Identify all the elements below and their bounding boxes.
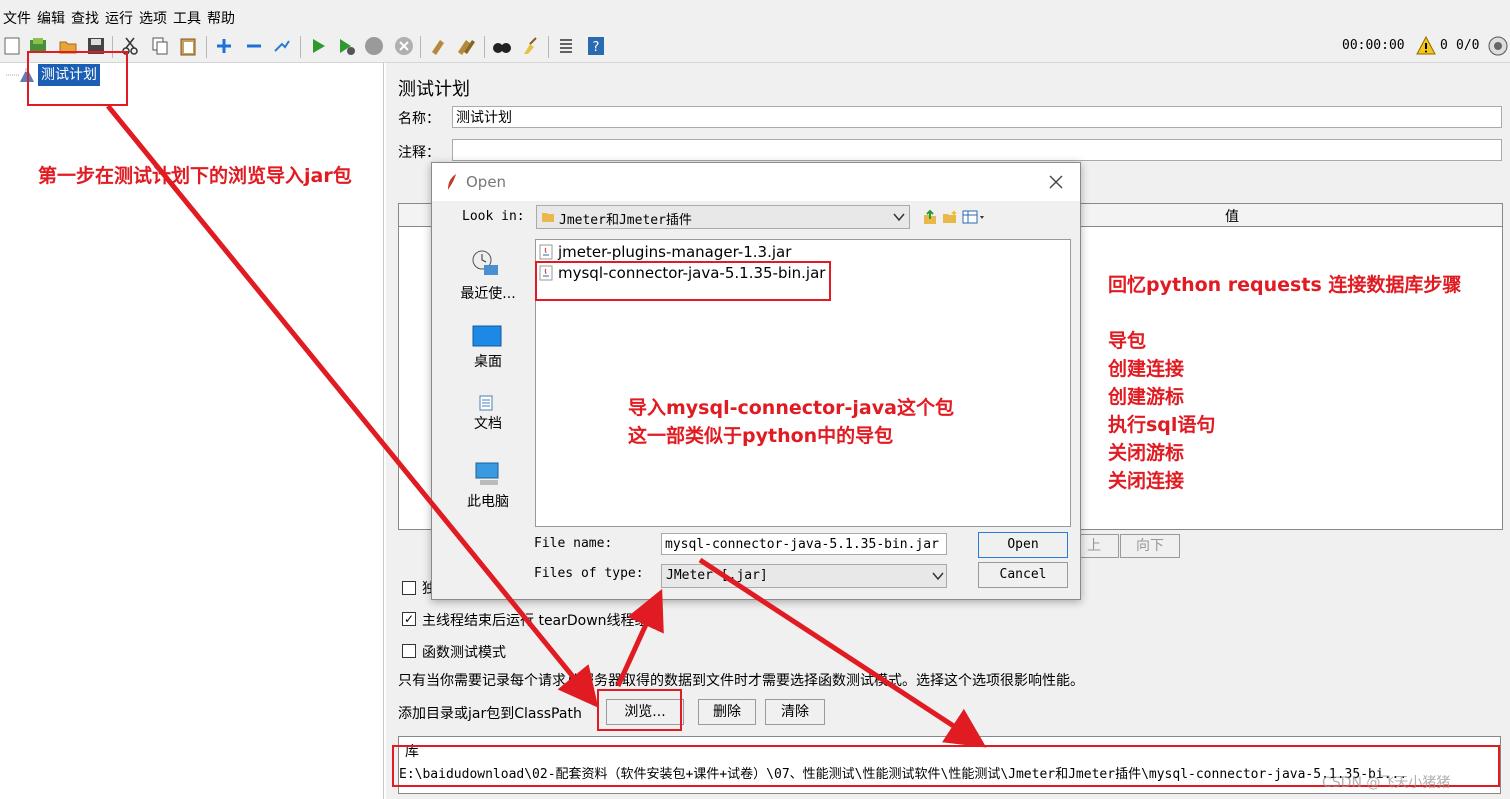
file-type-value: JMeter [.jar] bbox=[666, 568, 768, 583]
toggle-icon[interactable] bbox=[272, 36, 292, 56]
menu-options[interactable]: 选项 bbox=[136, 0, 170, 28]
menu-run[interactable]: 运行 bbox=[102, 0, 136, 28]
file-name-input[interactable]: mysql-connector-java-5.1.35-bin.jar bbox=[661, 533, 947, 555]
start-icon[interactable] bbox=[308, 36, 328, 56]
place-documents[interactable]: 文档 bbox=[442, 395, 534, 445]
watermark: CSDN @飞天小猪猪 bbox=[1322, 775, 1451, 791]
cancel-button[interactable]: Cancel bbox=[978, 562, 1068, 588]
move-down-button[interactable]: 向下 bbox=[1120, 534, 1180, 558]
functional-mode-checkbox[interactable] bbox=[402, 644, 416, 658]
place-this-pc-label: 此电脑 bbox=[467, 494, 509, 510]
delete-button[interactable]: 删除 bbox=[698, 699, 756, 725]
place-this-pc[interactable]: 此电脑 bbox=[442, 461, 534, 517]
annotation-recall-step: 导包 bbox=[1108, 330, 1147, 352]
copy-icon[interactable] bbox=[150, 36, 170, 56]
look-in-value: Jmeter和Jmeter插件 bbox=[559, 213, 692, 228]
search-icon[interactable] bbox=[492, 36, 512, 56]
computer-icon bbox=[475, 462, 499, 485]
look-in-combo[interactable]: Jmeter和Jmeter插件 bbox=[536, 205, 910, 229]
annotation-step1: 第一步在测试计划下的浏览导入jar包 bbox=[38, 165, 352, 187]
dialog-title: Open bbox=[466, 173, 507, 191]
teardown-label: 主线程结束后运行 tearDown线程组 bbox=[422, 613, 649, 629]
file-item-label: jmeter-plugins-manager-1.3.jar bbox=[558, 243, 792, 261]
name-label: 名称： bbox=[398, 111, 440, 127]
annotation-recall-step: 执行sql语句 bbox=[1108, 414, 1216, 436]
file-type-combo[interactable]: JMeter [.jar] bbox=[661, 564, 947, 588]
menu-search[interactable]: 查找 bbox=[68, 0, 102, 28]
place-documents-label: 文档 bbox=[474, 416, 502, 432]
help-icon[interactable]: ? bbox=[586, 36, 606, 56]
file-name-label: File name: bbox=[534, 536, 613, 551]
java-feather-icon bbox=[448, 174, 456, 190]
annotation-recall-title: 回忆python requests 连接数据库步骤 bbox=[1108, 274, 1462, 296]
up-folder-icon[interactable] bbox=[922, 209, 938, 225]
view-menu-icon[interactable] bbox=[962, 209, 986, 225]
start-no-pause-icon[interactable] bbox=[336, 36, 356, 56]
shutdown-icon[interactable] bbox=[394, 36, 414, 56]
functional-mode-note: 只有当你需要记录每个请求从服务器取得的数据到文件时才需要选择函数测试模式。选择这… bbox=[398, 673, 1084, 689]
file-type-label: Files of type: bbox=[534, 566, 644, 581]
teardown-checkbox[interactable]: ✓ bbox=[402, 612, 416, 626]
place-desktop-label: 桌面 bbox=[474, 354, 502, 370]
remote-engine-icon[interactable] bbox=[1488, 36, 1508, 56]
jar-file-icon bbox=[539, 244, 553, 260]
annotation-recall-step: 创建游标 bbox=[1108, 386, 1185, 408]
annotation-recall-step: 创建连接 bbox=[1108, 358, 1185, 380]
highlight-mysql-jar bbox=[535, 261, 831, 301]
place-desktop[interactable]: 桌面 bbox=[442, 325, 534, 375]
chevron-down-icon bbox=[893, 213, 905, 222]
chevron-down-icon bbox=[932, 572, 944, 581]
annotation-import-line1: 导入mysql-connector-java这个包 bbox=[628, 397, 954, 419]
open-button[interactable]: Open bbox=[978, 532, 1068, 558]
highlight-test-plan bbox=[27, 51, 128, 106]
paste-icon[interactable] bbox=[178, 36, 198, 56]
recent-items-icon bbox=[472, 250, 498, 275]
open-dialog: Open Look in: Jmeter和Jmeter插件 最近使... 桌面 … bbox=[431, 162, 1081, 600]
documents-icon bbox=[479, 395, 493, 411]
run-consecutively-checkbox[interactable] bbox=[402, 581, 416, 595]
reset-search-icon[interactable] bbox=[520, 36, 540, 56]
function-helper-icon[interactable] bbox=[556, 36, 576, 56]
highlight-browse bbox=[597, 689, 682, 731]
menu-help[interactable]: 帮助 bbox=[204, 0, 238, 28]
place-recent-label: 最近使... bbox=[460, 286, 516, 302]
desktop-icon bbox=[472, 325, 502, 347]
clear-all-icon[interactable] bbox=[456, 36, 476, 56]
new-icon[interactable] bbox=[2, 36, 22, 56]
thread-count: 0/0 bbox=[1456, 38, 1480, 53]
functional-mode-label: 函数测试模式 bbox=[422, 645, 506, 661]
warning-icon[interactable] bbox=[1416, 36, 1436, 56]
clear-icon[interactable] bbox=[428, 36, 448, 56]
menu-edit[interactable]: 编辑 bbox=[34, 0, 68, 28]
stop-icon[interactable] bbox=[364, 36, 384, 56]
table-header-value: 值 bbox=[1225, 209, 1239, 225]
annotation-recall-step: 关闭游标 bbox=[1108, 442, 1185, 464]
place-recent[interactable]: 最近使... bbox=[442, 249, 534, 309]
dialog-titlebar: Open bbox=[432, 163, 1080, 201]
warning-count: 0 bbox=[1440, 38, 1448, 53]
elapsed-timer: 00:00:00 bbox=[1342, 38, 1405, 53]
look-in-label: Look in: bbox=[462, 209, 525, 224]
folder-icon bbox=[542, 213, 554, 222]
places-bar: 最近使... 桌面 文档 此电脑 bbox=[442, 239, 534, 529]
comment-field[interactable] bbox=[452, 139, 1502, 161]
annotation-import-line2: 这一部类似于python中的导包 bbox=[628, 425, 894, 447]
menu-file[interactable]: 文件 bbox=[0, 0, 34, 28]
collapse-icon[interactable] bbox=[244, 36, 264, 56]
toolbar: ? 00:00:00 0 0/0 bbox=[0, 32, 1510, 63]
close-icon[interactable] bbox=[1048, 174, 1064, 190]
panel-title: 测试计划 bbox=[398, 79, 470, 100]
classpath-label: 添加目录或jar包到ClassPath bbox=[398, 706, 582, 722]
annotation-recall-step: 关闭连接 bbox=[1108, 470, 1185, 492]
clear-button[interactable]: 清除 bbox=[765, 699, 825, 725]
new-folder-icon[interactable] bbox=[942, 209, 958, 225]
comment-label: 注释： bbox=[398, 145, 440, 161]
svg-text:?: ? bbox=[593, 40, 600, 55]
name-field[interactable]: 测试计划 bbox=[452, 106, 1502, 128]
menu-bar: 文件 编辑 查找 运行 选项 工具 帮助 bbox=[0, 0, 1510, 32]
expand-icon[interactable] bbox=[214, 36, 234, 56]
menu-tools[interactable]: 工具 bbox=[170, 0, 204, 28]
